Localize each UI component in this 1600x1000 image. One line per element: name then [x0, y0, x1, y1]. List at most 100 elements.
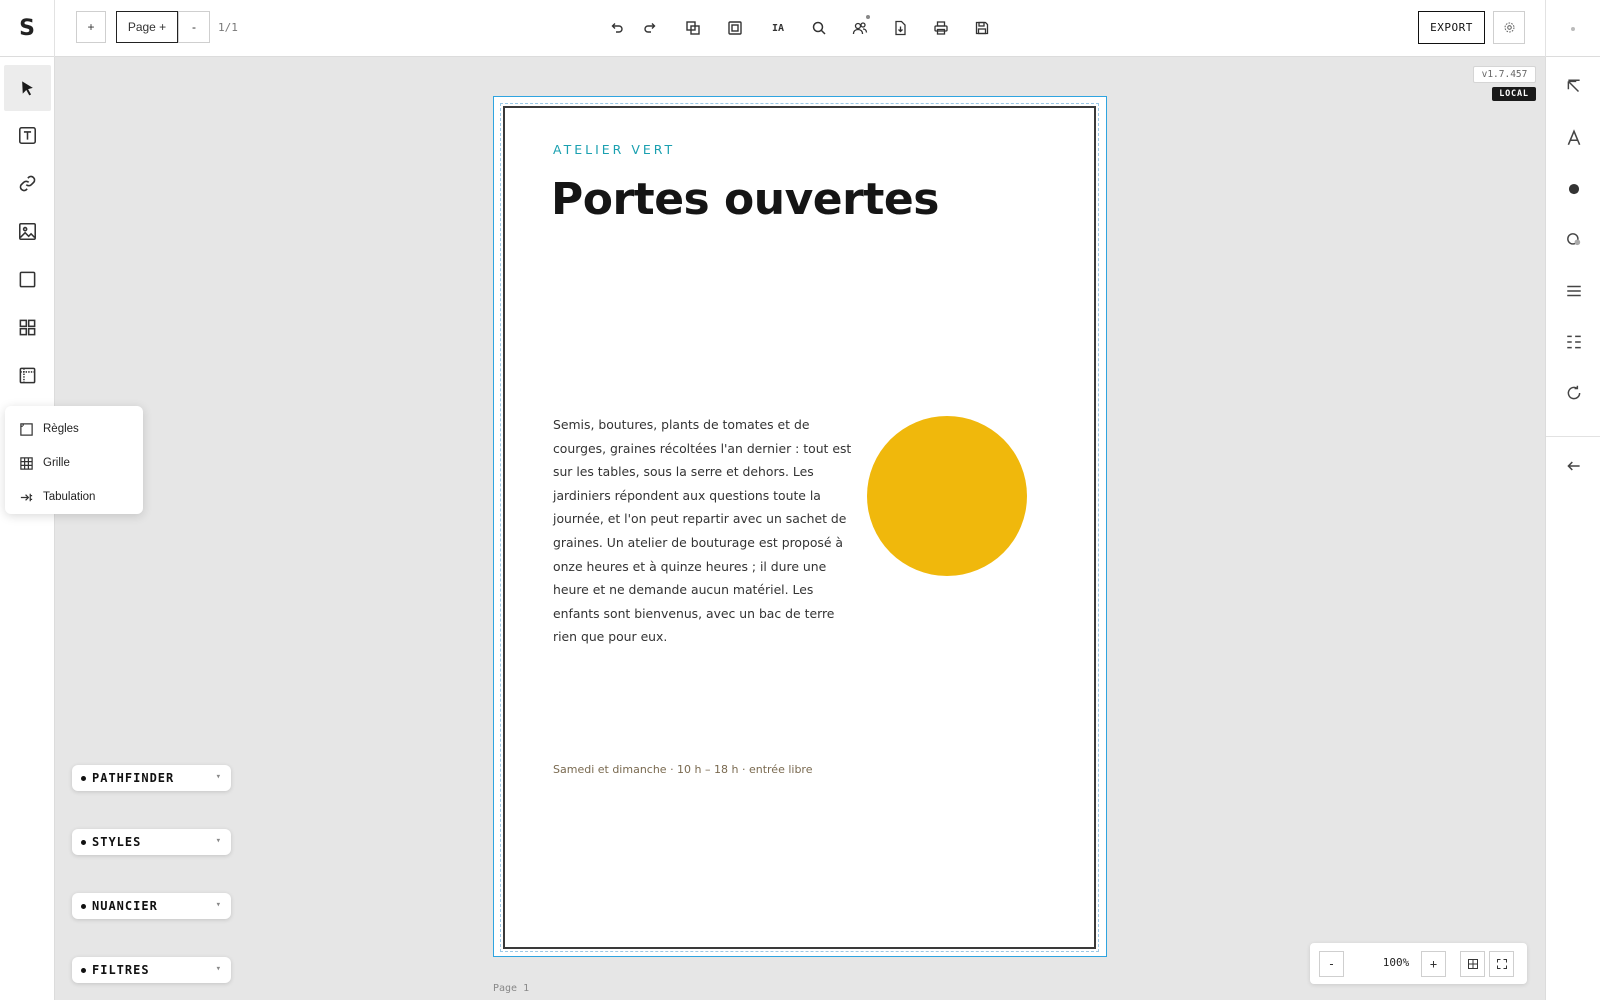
- remove-page-button[interactable]: -: [178, 11, 210, 43]
- left-toolbar: [0, 57, 55, 1000]
- typography-button[interactable]: [1546, 118, 1600, 158]
- chevron-down-icon: ▾: [215, 772, 222, 782]
- divider: [1546, 436, 1600, 437]
- import-button[interactable]: [887, 14, 913, 42]
- fill-color-button[interactable]: [1546, 169, 1600, 209]
- gear-icon: [1504, 22, 1514, 33]
- menu-item-grid[interactable]: Grille: [5, 446, 143, 480]
- menu-item-tabulation[interactable]: Tabulation: [5, 480, 143, 514]
- refresh-icon: [1567, 385, 1580, 400]
- undo-button[interactable]: [604, 14, 630, 42]
- panel-bullet-icon: [81, 967, 86, 973]
- save-icon: [975, 21, 989, 35]
- square-icon: [19, 271, 36, 287]
- users-icon: [852, 22, 868, 35]
- settings-button[interactable]: [1493, 11, 1525, 44]
- frame-select-icon: [728, 21, 742, 35]
- collaborators-button[interactable]: [847, 14, 873, 42]
- add-page-button[interactable]: +: [76, 11, 106, 43]
- print-button[interactable]: [928, 14, 954, 42]
- chevron-down-icon: ▾: [215, 964, 222, 974]
- search-icon: [812, 21, 826, 35]
- panel-nuancier[interactable]: NUANCIER ▾: [72, 893, 231, 919]
- top-right-menu[interactable]: [1545, 0, 1600, 57]
- document-title[interactable]: Portes ouvertes: [551, 174, 939, 225]
- page-menu-button[interactable]: Page +: [116, 11, 178, 43]
- cursor-icon: [22, 80, 33, 95]
- align-button[interactable]: [1546, 271, 1600, 311]
- zoom-out-button[interactable]: -: [1319, 951, 1344, 977]
- grid-icon: [19, 319, 36, 335]
- arrow-left-icon: [1566, 461, 1580, 471]
- grid-table-icon: [20, 456, 33, 470]
- chevron-down-icon: ▾: [215, 836, 222, 846]
- panel-title: NUANCIER: [92, 899, 158, 913]
- chevron-down-icon: ▾: [215, 900, 222, 910]
- redo-icon: [644, 23, 656, 33]
- menu-item-label: Règles: [43, 423, 79, 435]
- search-button[interactable]: [806, 14, 832, 42]
- ruler-icon: [20, 422, 33, 436]
- undo-icon: [611, 23, 623, 33]
- link-tool[interactable]: [4, 160, 51, 206]
- duplicate-button[interactable]: [680, 14, 706, 42]
- panel-styles[interactable]: STYLES ▾: [72, 829, 231, 855]
- list-icon: [1566, 335, 1581, 349]
- text-box-icon: [19, 126, 36, 144]
- text-tool[interactable]: [4, 112, 51, 158]
- yellow-circle-shape[interactable]: [867, 416, 1027, 576]
- version-badge: v1.7.457: [1473, 66, 1536, 83]
- page-label: Page 1: [493, 983, 530, 994]
- fit-page-button[interactable]: [1460, 951, 1485, 977]
- document-body-text[interactable]: Semis, boutures, plants de tomates et de…: [553, 413, 855, 649]
- panel-bullet-icon: [81, 903, 86, 909]
- link-icon: [19, 175, 36, 191]
- right-toolbar: [1545, 57, 1600, 1000]
- printer-icon: [934, 21, 948, 35]
- ai-button[interactable]: IA: [765, 14, 791, 42]
- rectangle-tool[interactable]: [4, 256, 51, 302]
- page-border-frame[interactable]: ATELIER VERT Portes ouvertes Semis, bout…: [500, 103, 1099, 952]
- expand-icon: [1496, 959, 1507, 969]
- document-kicker[interactable]: ATELIER VERT: [553, 142, 675, 157]
- panel-bullet-icon: [81, 775, 86, 781]
- save-button[interactable]: [969, 14, 995, 42]
- document-page[interactable]: ATELIER VERT Portes ouvertes Semis, bout…: [493, 96, 1107, 957]
- collapse-panel-button[interactable]: [1546, 67, 1600, 107]
- components-tool[interactable]: [4, 304, 51, 350]
- app-logo[interactable]: S: [0, 0, 55, 57]
- document-footer-text[interactable]: Samedi et dimanche · 10 h – 18 h · entré…: [553, 763, 812, 776]
- stroke-circle-icon: [1566, 233, 1580, 246]
- menu-item-label: Grille: [43, 457, 70, 469]
- letter-a-icon: [1567, 129, 1580, 146]
- rulers-popup-menu: Règles Grille Tabulation: [5, 406, 143, 514]
- back-button[interactable]: [1546, 446, 1600, 486]
- menu-item-rulers[interactable]: Règles: [5, 412, 143, 446]
- zoom-in-button[interactable]: +: [1421, 951, 1446, 977]
- panel-title: FILTRES: [92, 963, 150, 977]
- tab-icon: [20, 493, 33, 501]
- page-count: 1/1: [218, 21, 238, 34]
- zoom-controls: - 100% +: [1310, 943, 1527, 984]
- fullscreen-button[interactable]: [1489, 951, 1514, 977]
- panel-pathfinder[interactable]: PATHFINDER ▾: [72, 765, 231, 791]
- select-tool[interactable]: [4, 65, 51, 111]
- rulers-tool[interactable]: [4, 352, 51, 398]
- stroke-color-button[interactable]: [1546, 220, 1600, 260]
- arrow-up-left-icon: [1567, 79, 1580, 93]
- image-icon: [19, 222, 36, 240]
- export-button[interactable]: EXPORT: [1418, 11, 1485, 44]
- layers-button[interactable]: [1546, 322, 1600, 362]
- menu-item-label: Tabulation: [43, 491, 96, 503]
- history-button[interactable]: [1546, 373, 1600, 413]
- redo-button[interactable]: [637, 14, 663, 42]
- menu-dot-icon: [1571, 26, 1575, 31]
- top-toolbar: S + Page + - 1/1 IA EXPORT: [0, 0, 1600, 57]
- filled-circle-icon: [1568, 183, 1579, 195]
- panel-bullet-icon: [81, 839, 86, 845]
- panel-filtres[interactable]: FILTRES ▾: [72, 957, 231, 983]
- frame-button[interactable]: [722, 14, 748, 42]
- image-tool[interactable]: [4, 208, 51, 254]
- mode-badge: LOCAL: [1492, 87, 1536, 101]
- notification-dot: [866, 15, 870, 19]
